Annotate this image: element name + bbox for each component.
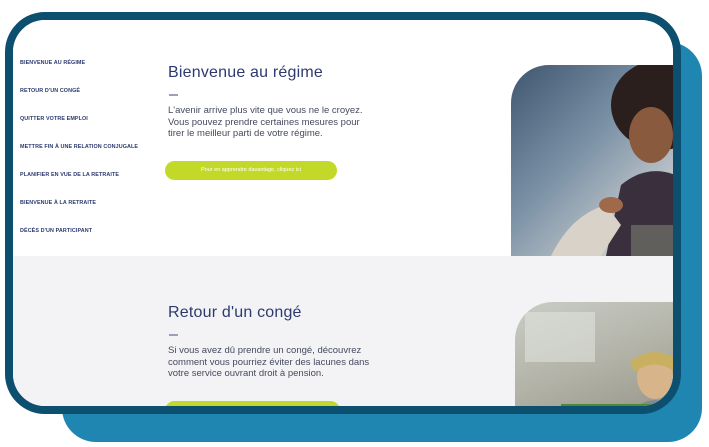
learn-more-button-leave-return[interactable]: Pour en apprendre davantage, cliquez ici xyxy=(165,401,340,406)
chat-question-button[interactable]: Vous avez une question xyxy=(561,404,651,406)
section-title-welcome: Bienvenue au régime xyxy=(168,64,324,81)
screenshot-frame: BIENVENUE AU RÉGIME RETOUR D'UN CONGÉ QU… xyxy=(5,12,681,414)
sidebar-item-welcome[interactable]: BIENVENUE AU RÉGIME xyxy=(20,60,180,88)
sidebar-item-member-death[interactable]: DÉCÈS D'UN PARTICIPANT xyxy=(20,228,180,256)
sidebar-item-end-relationship[interactable]: METTRE FIN À UNE RELATION CONJUGALE xyxy=(20,144,180,172)
photo-smiling-woman xyxy=(511,65,673,256)
photo-illustration xyxy=(551,65,673,256)
title-divider xyxy=(169,94,178,96)
section-title-leave-return: Retour d'un congé xyxy=(168,304,302,321)
sidebar-nav: BIENVENUE AU RÉGIME RETOUR D'UN CONGÉ QU… xyxy=(20,60,180,256)
photo-illustration xyxy=(525,312,673,406)
sidebar-item-plan-retirement[interactable]: PLANIFIER EN VUE DE LA RETRAITE xyxy=(20,172,180,200)
section-text-leave-return: Si vous avez dû prendre un congé, découv… xyxy=(168,345,370,379)
learn-more-button-welcome[interactable]: Pour en apprendre davantage, cliquez ici xyxy=(165,161,337,180)
title-divider xyxy=(169,334,178,336)
section-text-welcome: L'avenir arrive plus vite que vous ne le… xyxy=(168,105,363,139)
sidebar-item-welcome-retirement[interactable]: BIENVENUE À LA RETRAITE xyxy=(20,200,180,228)
sidebar-item-leave-return[interactable]: RETOUR D'UN CONGÉ xyxy=(20,88,180,116)
sidebar-item-quit-job[interactable]: QUITTER VOTRE EMPLOI xyxy=(20,116,180,144)
photo-working-man xyxy=(515,302,673,406)
